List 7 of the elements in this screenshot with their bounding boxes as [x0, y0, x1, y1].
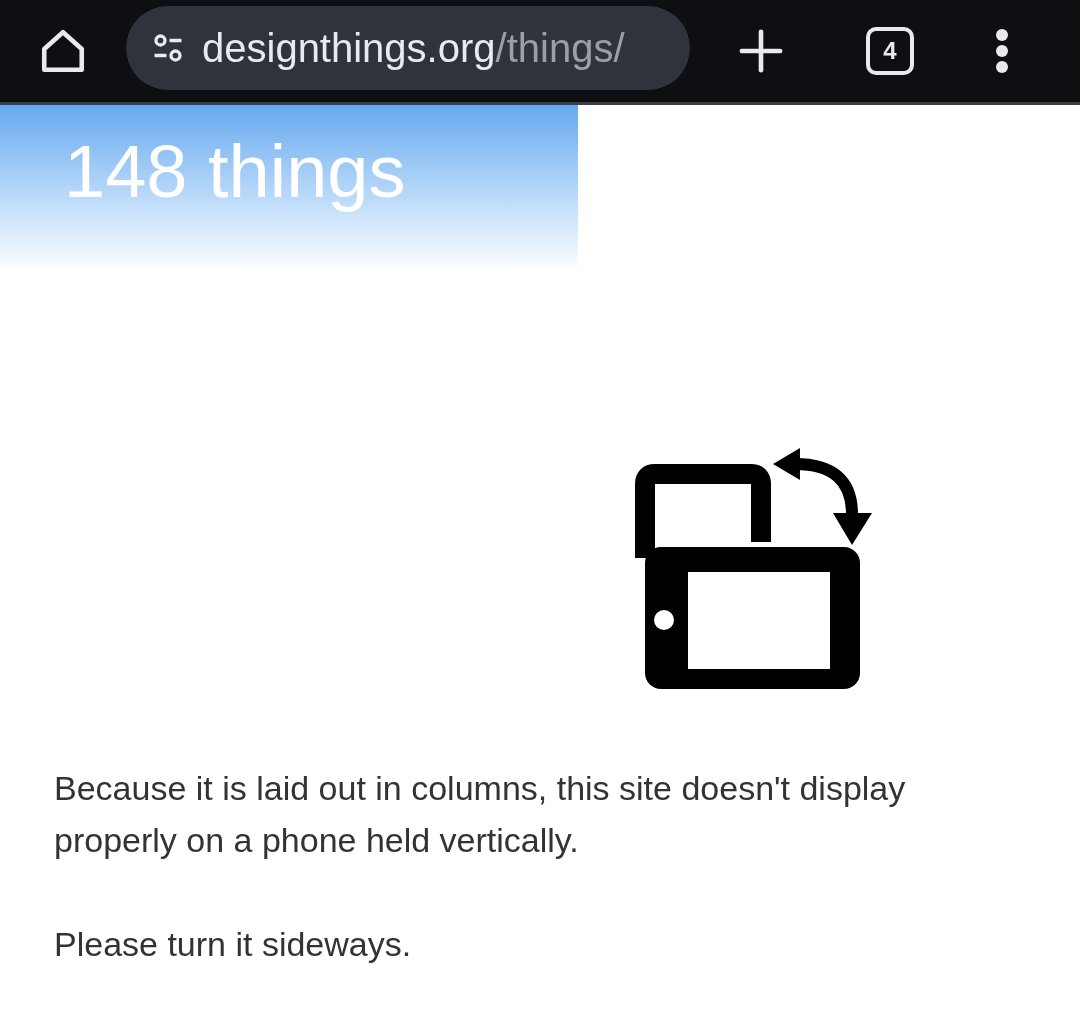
message-paragraph: Because it is laid out in columns, this site doesn't display properly on a phone held vertically. — [54, 768, 907, 861]
more-menu-icon[interactable] — [994, 29, 1010, 73]
plus-icon[interactable] — [738, 28, 784, 74]
message-paragraph: Please turn it sideways. — [54, 924, 413, 965]
address-bar[interactable]: designthings.org/things/ — [126, 6, 690, 90]
url-text: designthings.org/things/ — [202, 25, 625, 72]
tab-count-button[interactable]: 4 — [866, 27, 914, 75]
